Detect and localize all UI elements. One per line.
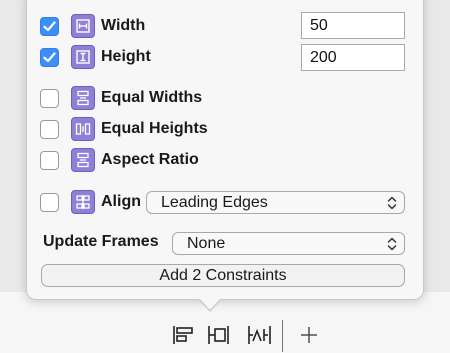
align-checkbox[interactable]: [40, 192, 59, 212]
height-checkbox[interactable]: [40, 47, 59, 67]
align-icon[interactable]: [171, 323, 199, 347]
pin-icon[interactable]: [206, 323, 234, 347]
height-label: Height: [101, 48, 151, 65]
align-select-value: Leading Edges: [161, 194, 268, 211]
align-label: Align: [101, 193, 141, 210]
add-icon[interactable]: [295, 323, 323, 347]
width-label: Width: [101, 17, 146, 34]
equal-heights-icon: [71, 117, 95, 141]
width-checkbox[interactable]: [40, 16, 59, 36]
checkmark-icon: [43, 51, 56, 62]
equal-widths-row: Equal Widths: [40, 86, 202, 110]
height-row: Height: [40, 45, 151, 69]
add-constraints-button[interactable]: Add 2 Constraints: [41, 264, 405, 287]
equal-widths-icon: [71, 86, 95, 110]
align-row: Align: [40, 190, 141, 214]
aspect-ratio-icon: [71, 148, 95, 172]
aspect-ratio-checkbox[interactable]: [40, 150, 59, 170]
width-value-field[interactable]: 50: [301, 12, 405, 39]
update-frames-value: None: [187, 235, 226, 252]
align-select[interactable]: Leading Edges: [146, 191, 405, 214]
checkmark-icon: [43, 20, 56, 31]
aspect-ratio-row: Aspect Ratio: [40, 148, 199, 172]
resolve-issues-icon[interactable]: [246, 323, 274, 347]
updown-chevron-icon: [387, 196, 397, 210]
equal-heights-row: Equal Heights: [40, 117, 208, 141]
aspect-ratio-label: Aspect Ratio: [101, 151, 199, 168]
update-frames-label: Update Frames: [43, 233, 159, 250]
updown-chevron-icon: [387, 237, 397, 251]
height-value-field[interactable]: 200: [301, 44, 405, 71]
update-frames-select[interactable]: None: [172, 232, 405, 255]
height-constraint-icon: [71, 45, 95, 69]
equal-heights-checkbox[interactable]: [40, 119, 59, 139]
equal-widths-checkbox[interactable]: [40, 88, 59, 108]
toolbar-separator: [282, 320, 283, 352]
width-constraint-icon: [71, 14, 95, 38]
equal-heights-label: Equal Heights: [101, 120, 208, 137]
equal-widths-label: Equal Widths: [101, 89, 203, 106]
width-row: Width: [40, 14, 145, 38]
align-icon: [71, 190, 95, 214]
